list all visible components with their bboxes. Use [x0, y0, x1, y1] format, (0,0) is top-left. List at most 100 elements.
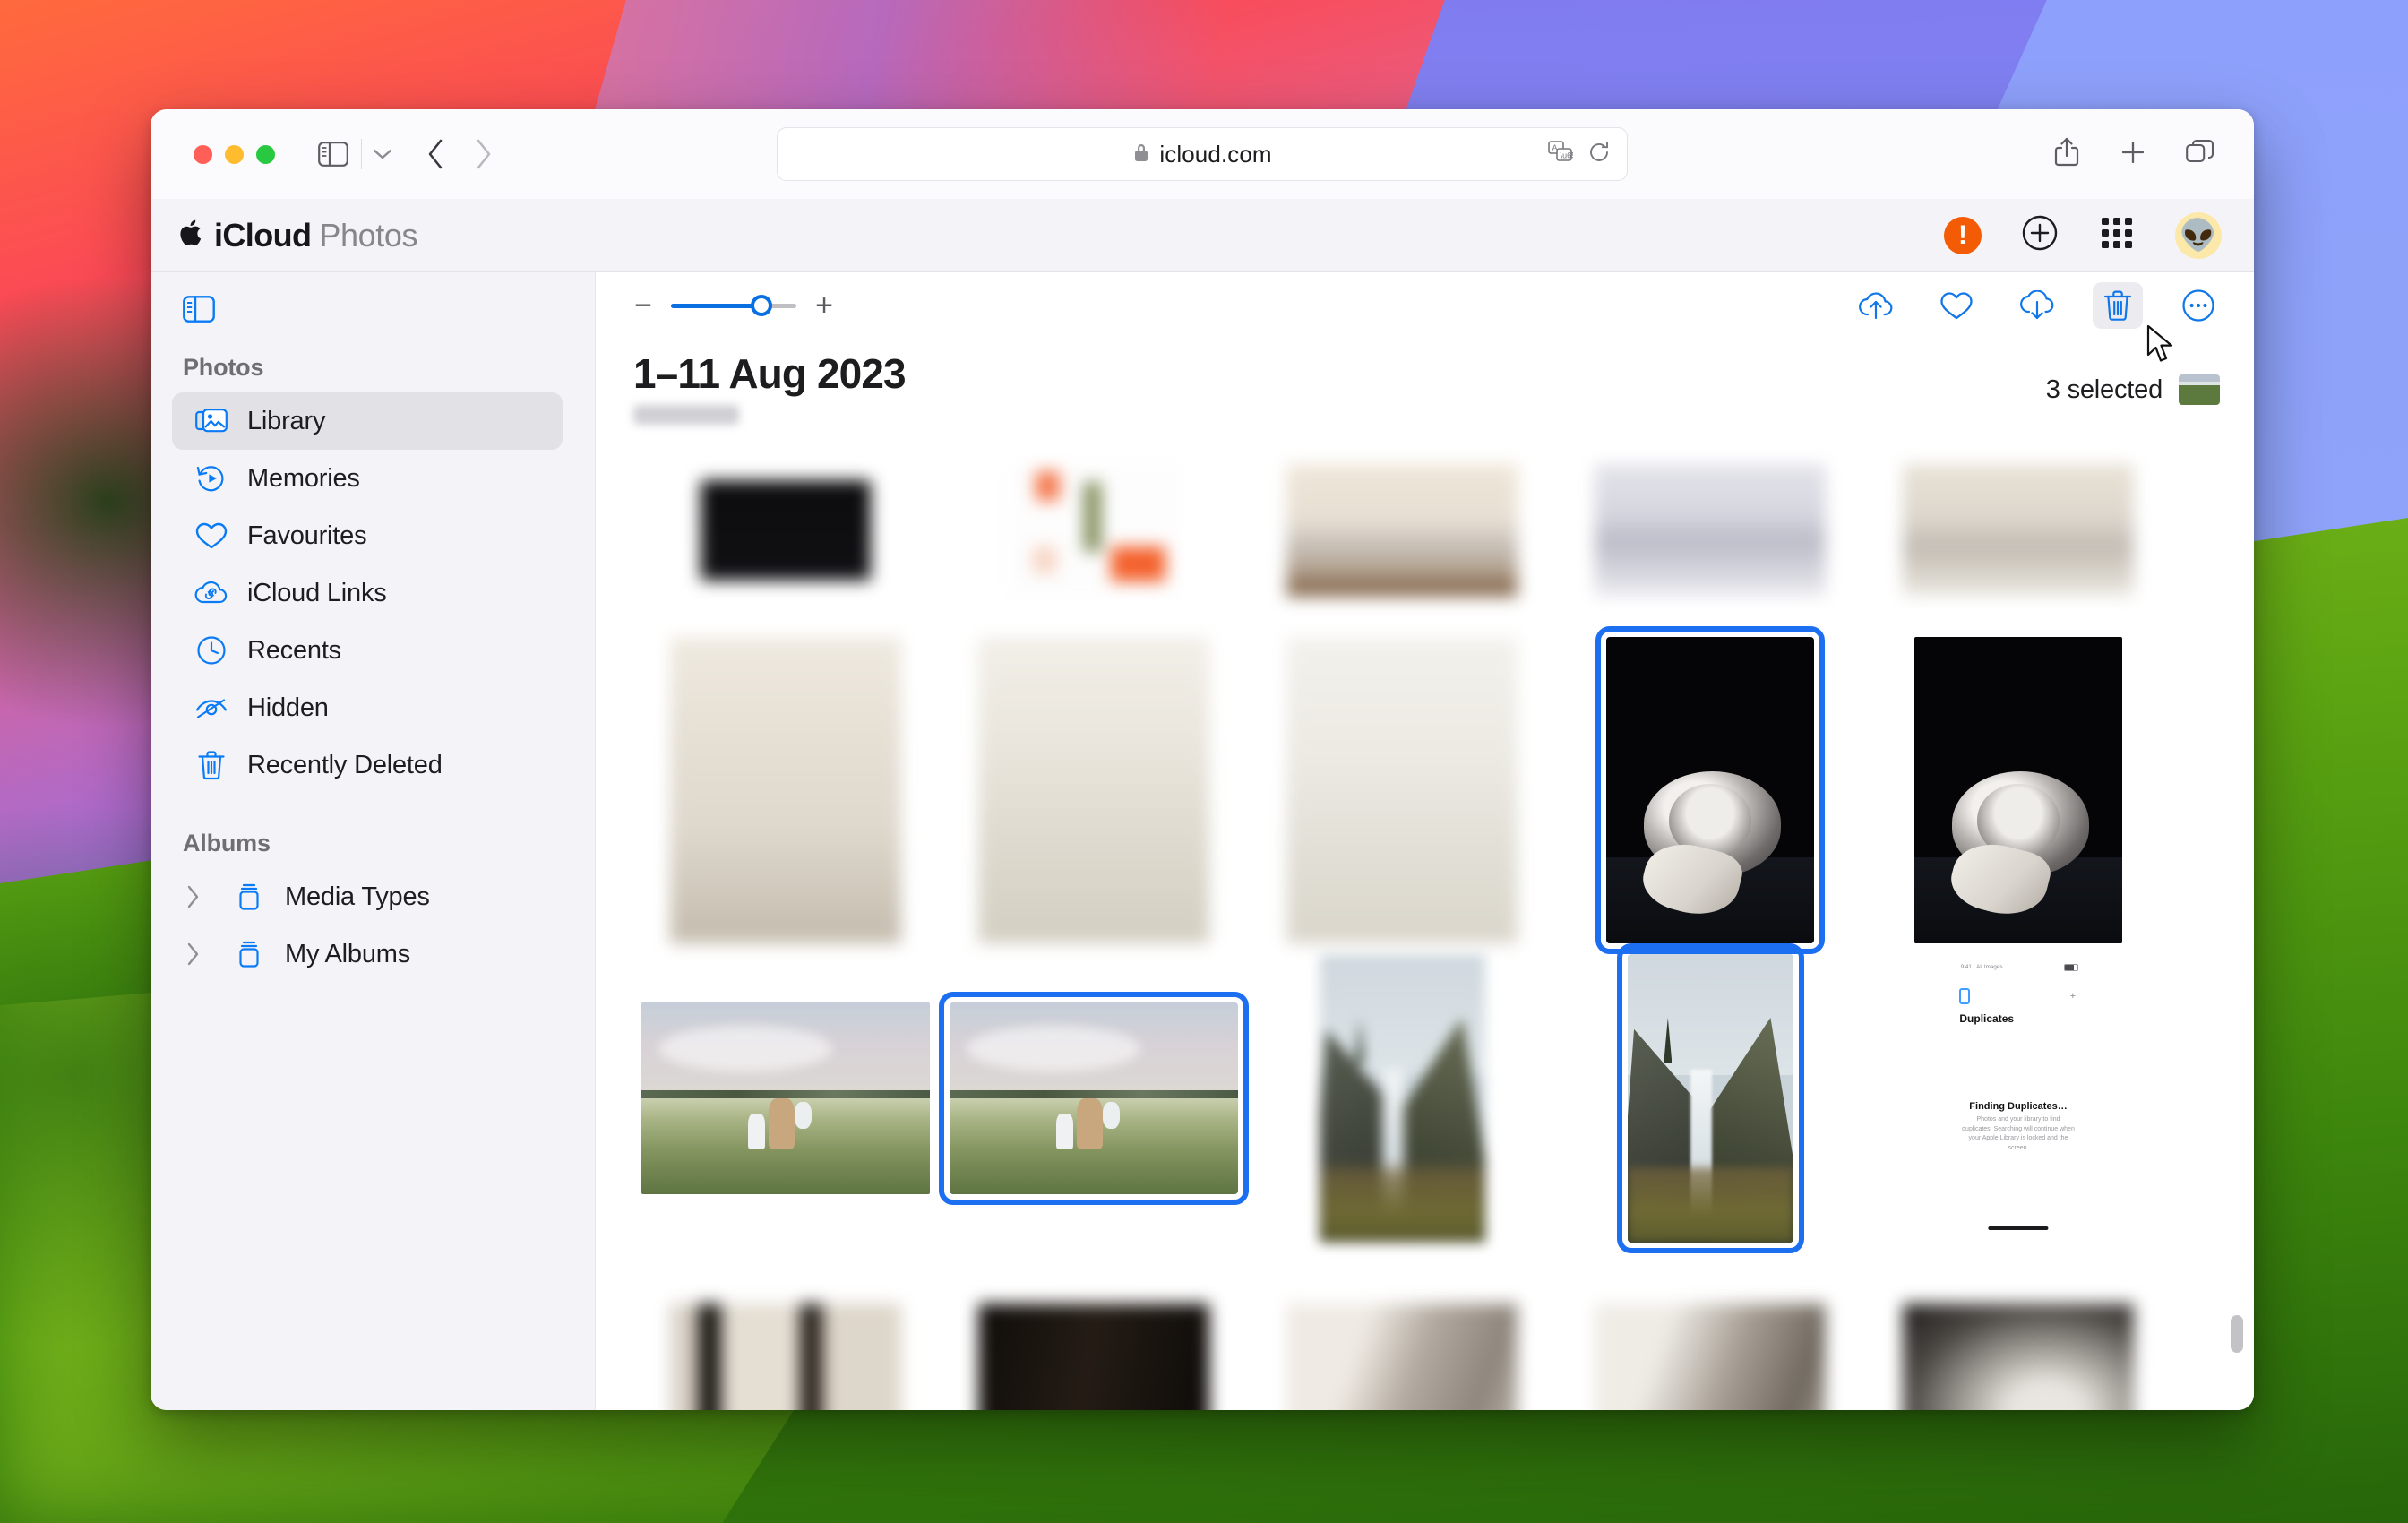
- grid-cell[interactable]: [1248, 1252, 1556, 1410]
- grid-cell[interactable]: [632, 636, 940, 944]
- sidebar-item-label: Recently Deleted: [247, 750, 443, 779]
- photo-field-duplicate-2[interactable]: [939, 992, 1249, 1205]
- close-window-button[interactable]: [194, 144, 212, 164]
- grid-cell[interactable]: [940, 636, 1248, 944]
- grid-cell[interactable]: [1248, 636, 1556, 944]
- photo-bottom-3[interactable]: [1286, 1304, 1518, 1410]
- grid-cell[interactable]: [939, 944, 1249, 1252]
- photo-paper-1[interactable]: [670, 637, 901, 943]
- content-toolbar: − +: [596, 272, 2254, 339]
- address-bar[interactable]: icloud.com A \u6587: [777, 127, 1628, 181]
- grid-cell[interactable]: [1248, 944, 1556, 1252]
- grid-cell[interactable]: [1556, 425, 1864, 636]
- zoom-out-button[interactable]: −: [632, 290, 655, 321]
- photo-document-2[interactable]: [1595, 464, 1826, 597]
- sidebar-item-favourites[interactable]: Favourites: [172, 507, 563, 564]
- sidebar: Photos Library Memories Favourites iClou…: [150, 272, 596, 1410]
- grid-cell[interactable]: [632, 1252, 940, 1410]
- photo-paper-2[interactable]: [978, 637, 1209, 943]
- svg-text:\u6587: \u6587: [1561, 151, 1573, 159]
- grid-cell[interactable]: [1248, 425, 1556, 636]
- chevron-right-icon[interactable]: [172, 942, 213, 966]
- photo-white-product[interactable]: [1009, 463, 1179, 598]
- heart-icon: [194, 521, 229, 550]
- grid-cell[interactable]: [1556, 943, 1864, 1253]
- sidebar-section-albums-title: Albums: [183, 830, 271, 856]
- grid-cell[interactable]: [1864, 636, 2172, 944]
- photo-cat-duplicate-1[interactable]: [1595, 626, 1825, 954]
- plus-circle-icon[interactable]: [2021, 214, 2059, 256]
- back-button[interactable]: [426, 139, 444, 169]
- zoom-window-button[interactable]: [256, 144, 275, 164]
- page-title: 1–11 Aug 2023: [633, 350, 907, 397]
- avatar-emoji: 👽: [2179, 218, 2218, 253]
- sidebar-icon[interactable]: [318, 142, 348, 167]
- sidebar-item-library[interactable]: Library: [172, 392, 563, 450]
- new-tab-icon[interactable]: [2120, 139, 2146, 170]
- translate-icon[interactable]: A \u6587: [1548, 140, 1585, 168]
- status-badge[interactable]: !: [1944, 216, 1982, 254]
- scrollbar-thumb[interactable]: [2231, 1315, 2243, 1353]
- sidebar-item-hidden[interactable]: Hidden: [172, 679, 563, 736]
- sidebar-collapse-icon[interactable]: [183, 296, 215, 323]
- favourite-button[interactable]: [1931, 282, 1982, 329]
- trash-icon: [194, 750, 229, 780]
- photo-document-3[interactable]: [1903, 464, 2134, 597]
- sidebar-item-recents[interactable]: Recents: [172, 622, 563, 679]
- vertical-scrollbar[interactable]: [2231, 434, 2243, 1403]
- icloud-brand[interactable]: iCloud Photos: [179, 216, 417, 254]
- grid-cell[interactable]: [632, 425, 940, 636]
- grid-cell[interactable]: [1864, 425, 2172, 636]
- minimize-window-button[interactable]: [225, 144, 244, 164]
- zoom-slider[interactable]: [671, 295, 796, 316]
- delete-button[interactable]: [2093, 282, 2143, 329]
- photo-bottom-5[interactable]: [1903, 1304, 2134, 1410]
- more-options-button[interactable]: [2173, 282, 2223, 329]
- photo-waterfall-duplicate-2[interactable]: [1616, 943, 1804, 1253]
- ios-plus-icon[interactable]: +: [2070, 991, 2076, 1002]
- sidebar-item-recently-deleted[interactable]: Recently Deleted: [172, 736, 563, 794]
- grid-cell[interactable]: [1556, 626, 1864, 954]
- avatar[interactable]: 👽: [2175, 211, 2222, 259]
- photo-cat-duplicate-2[interactable]: [1914, 637, 2122, 943]
- sidebar-item-memories[interactable]: Memories: [172, 450, 563, 507]
- share-icon[interactable]: [2053, 137, 2080, 172]
- grid-cell[interactable]: [1556, 1252, 1864, 1410]
- forward-button[interactable]: [475, 139, 493, 169]
- photo-bottom-2[interactable]: [978, 1304, 1209, 1410]
- photo-black-screen[interactable]: [701, 480, 871, 581]
- battery-icon: [2064, 963, 2079, 971]
- screenshot-duplicates-iphone[interactable]: 9:41 · All Images + Duplicates Finding D…: [1947, 945, 2090, 1252]
- toolbar-divider: [361, 139, 362, 169]
- photo-field-duplicate-1[interactable]: [641, 1002, 930, 1194]
- photo-grid-scroll-area[interactable]: 9:41 · All Images + Duplicates Finding D…: [596, 425, 2254, 1410]
- slider-knob[interactable]: [750, 295, 772, 316]
- grid-cell[interactable]: [940, 425, 1248, 636]
- zoom-in-button[interactable]: +: [813, 290, 836, 321]
- grid-cell[interactable]: [632, 944, 940, 1252]
- brand-app-name: Photos: [319, 217, 418, 254]
- photo-paper-3[interactable]: [1286, 637, 1518, 943]
- ios-back-icon[interactable]: [1959, 987, 1971, 1004]
- icloud-app-header: iCloud Photos ! 👽: [150, 199, 2254, 272]
- lock-icon: [1132, 142, 1150, 168]
- sidebar-item-media-types[interactable]: Media Types: [172, 868, 563, 925]
- section-title-row: 1–11 Aug 2023 3 selected: [596, 339, 2254, 425]
- sidebar-item-my-albums[interactable]: My Albums: [172, 925, 563, 983]
- reload-icon[interactable]: [1587, 141, 1611, 168]
- photo-bottom-1[interactable]: [670, 1304, 901, 1410]
- tab-overview-icon[interactable]: [2186, 139, 2214, 170]
- photo-document-1[interactable]: [1286, 464, 1518, 597]
- photo-bottom-4[interactable]: [1595, 1304, 1826, 1410]
- chevron-down-icon[interactable]: [373, 148, 392, 160]
- chevron-right-icon[interactable]: [172, 885, 213, 908]
- grid-cell[interactable]: 9:41 · All Images + Duplicates Finding D…: [1864, 944, 2172, 1252]
- download-button[interactable]: [2012, 282, 2062, 329]
- photo-waterfall-duplicate-1[interactable]: [1319, 954, 1485, 1243]
- upload-to-icloud-button[interactable]: [1851, 282, 1901, 329]
- grid-cell[interactable]: [940, 1252, 1248, 1410]
- zoom-control[interactable]: − +: [632, 290, 836, 321]
- grid-cell[interactable]: [1864, 1252, 2172, 1410]
- grid-icon[interactable]: [2098, 214, 2136, 256]
- sidebar-item-icloud-links[interactable]: iCloud Links: [172, 564, 563, 622]
